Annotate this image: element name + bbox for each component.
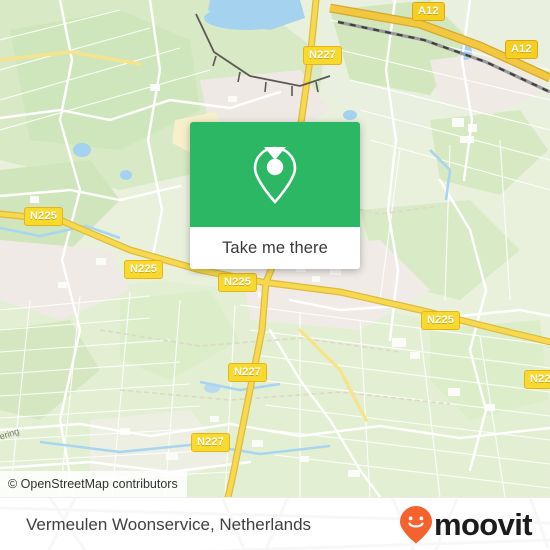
screenshot-root: A12 A12 N227 N225 N225 N225 N225 N227 N2…	[0, 0, 550, 550]
road-shield-n227-top: N227	[303, 46, 343, 65]
callout-tail-arrow	[264, 147, 286, 160]
road-shield-n227-mid: N227	[228, 363, 268, 382]
road-shield-n225-mid-left: N225	[124, 260, 164, 279]
osm-attribution[interactable]: © OpenStreetMap contributors	[0, 471, 187, 497]
road-shield-a12-2: A12	[505, 40, 538, 59]
moovit-wordmark: moovit	[433, 507, 533, 542]
road-shield-n225-left: N225	[24, 207, 64, 226]
place-name-label: Vermeulen Woonservice, Netherlands	[26, 514, 312, 534]
take-me-there-label: Take me there	[222, 238, 328, 257]
moovit-smiley-pin-icon	[399, 505, 432, 543]
callout-pin-area	[190, 122, 360, 227]
road-shield-n225-edge: N22	[524, 370, 550, 389]
map-canvas[interactable]: A12 A12 N227 N225 N225 N225 N225 N227 N2…	[0, 0, 550, 497]
location-callout-card[interactable]: Take me there	[190, 122, 360, 269]
road-shield-n225-center: N225	[218, 273, 258, 292]
road-shield-n227-bottom: N227	[191, 433, 231, 452]
callout-action-area[interactable]: Take me there	[190, 227, 360, 269]
road-shield-n225-right: N225	[421, 311, 461, 330]
road-shield-a12-1: A12	[412, 2, 445, 21]
footer-bar: Vermeulen Woonservice, Netherlands moovi…	[0, 497, 550, 550]
moovit-brand[interactable]: moovit	[399, 505, 533, 545]
